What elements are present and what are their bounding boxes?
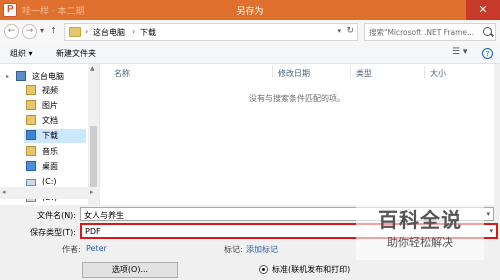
pictures-folder-icon: [26, 100, 36, 110]
tags-label: 标记:: [224, 245, 243, 254]
computer-icon: [16, 71, 26, 81]
filelist-scrollbar[interactable]: [494, 64, 500, 205]
navpane-scrollbar[interactable]: ▲: [88, 64, 99, 205]
optimize-standard-label: 标准(联机发布和打印): [272, 265, 351, 274]
add-tags-link[interactable]: 添加标记: [246, 244, 278, 255]
navigation-pane: ▸ 这台电脑 视频 图片 文档 下载 音乐 桌面 (C:) (D:) ▲: [0, 64, 100, 205]
filename-value: 女人与养生: [84, 211, 124, 220]
save-type-label: 保存类型(T):: [30, 228, 76, 237]
documents-folder-icon: [26, 115, 36, 125]
column-header-size[interactable]: 大小: [430, 68, 446, 79]
breadcrumb-separator: ›: [85, 27, 89, 36]
scroll-left-icon[interactable]: ◂: [2, 188, 6, 196]
desktop-folder-icon: [26, 161, 36, 171]
sidebar-item-videos[interactable]: 视频: [26, 84, 86, 98]
sidebar-item-pictures[interactable]: 图片: [26, 99, 86, 113]
navigation-bar: ← → ▾ ↑ › 这台电脑 › 下载 ▾ ↻ 搜索"Microsoft .NE…: [0, 20, 500, 44]
new-folder-button[interactable]: 新建文件夹: [56, 48, 96, 59]
forward-button[interactable]: →: [22, 24, 37, 39]
column-header-name[interactable]: 名称: [114, 68, 130, 79]
scroll-up-icon[interactable]: ▲: [90, 65, 95, 72]
up-button[interactable]: ↑: [50, 26, 57, 35]
search-input[interactable]: 搜索"Microsoft .NET Frame...: [369, 27, 481, 38]
column-divider[interactable]: [424, 66, 425, 78]
refresh-icon[interactable]: ↻: [346, 26, 354, 36]
scroll-right-icon[interactable]: ▸: [90, 188, 94, 196]
folder-icon: [69, 27, 81, 37]
downloads-folder-icon: [26, 130, 36, 140]
filename-dropdown-icon[interactable]: ▾: [486, 210, 490, 218]
drive-icon: [26, 179, 36, 186]
sidebar-item-downloads[interactable]: 下载: [24, 129, 86, 143]
expand-chevron-icon[interactable]: ▸: [6, 73, 9, 80]
file-list: 名称 修改日期 类型 大小 没有与搜索条件匹配的项。: [100, 64, 494, 205]
view-options-icon[interactable]: ☰ ▾: [452, 47, 467, 57]
sidebar-item-this-pc[interactable]: 这台电脑: [16, 70, 86, 84]
author-value[interactable]: Peter: [86, 244, 107, 253]
column-header-type[interactable]: 类型: [356, 68, 372, 79]
address-dropdown-icon[interactable]: ▾: [337, 27, 341, 35]
help-icon[interactable]: ?: [482, 48, 493, 59]
options-button[interactable]: 选项(O)...: [82, 262, 178, 278]
navpane-horizontal-scrollbar[interactable]: ◂ ▸: [0, 187, 100, 199]
title-bar: 哇一样 · 本二期 另存为 ✕: [0, 0, 500, 20]
search-box[interactable]: 搜索"Microsoft .NET Frame...: [364, 23, 496, 41]
music-folder-icon: [26, 146, 36, 156]
dialog-title: 另存为: [236, 7, 264, 17]
column-header-modified[interactable]: 修改日期: [278, 68, 310, 79]
column-divider[interactable]: [272, 66, 273, 78]
sidebar-item-desktop[interactable]: 桌面: [26, 160, 86, 174]
back-button[interactable]: ←: [4, 24, 19, 39]
save-type-value: PDF: [85, 227, 101, 236]
optimize-standard-radio[interactable]: [259, 265, 268, 274]
search-icon: [483, 27, 492, 36]
video-folder-icon: [26, 85, 36, 95]
save-type-dropdown-icon[interactable]: ▾: [489, 227, 493, 235]
sidebar-item-music[interactable]: 音乐: [26, 145, 86, 159]
command-toolbar: 组织 ▾ 新建文件夹 ☰ ▾ ?: [0, 44, 500, 64]
address-bar[interactable]: › 这台电脑 › 下载 ▾ ↻: [64, 23, 358, 41]
watermark: 百科全说 助你轻松解决: [356, 200, 484, 260]
organize-menu[interactable]: 组织 ▾: [10, 48, 33, 59]
breadcrumb-separator: ›: [132, 27, 136, 36]
breadcrumb-this-pc[interactable]: 这台电脑: [93, 27, 125, 38]
column-divider[interactable]: [350, 66, 351, 78]
author-label: 作者:: [62, 245, 81, 254]
watermark-title: 百科全说: [378, 208, 462, 232]
filename-label: 文件名(N):: [37, 211, 76, 220]
close-button[interactable]: ✕: [466, 0, 500, 20]
sidebar-item-documents[interactable]: 文档: [26, 114, 86, 128]
recent-locations-dropdown[interactable]: ▾: [40, 26, 44, 35]
breadcrumb-downloads[interactable]: 下载: [140, 27, 156, 38]
watermark-subtitle: 助你轻松解决: [387, 236, 453, 249]
empty-result-message: 没有与搜索条件匹配的项。: [249, 94, 345, 103]
